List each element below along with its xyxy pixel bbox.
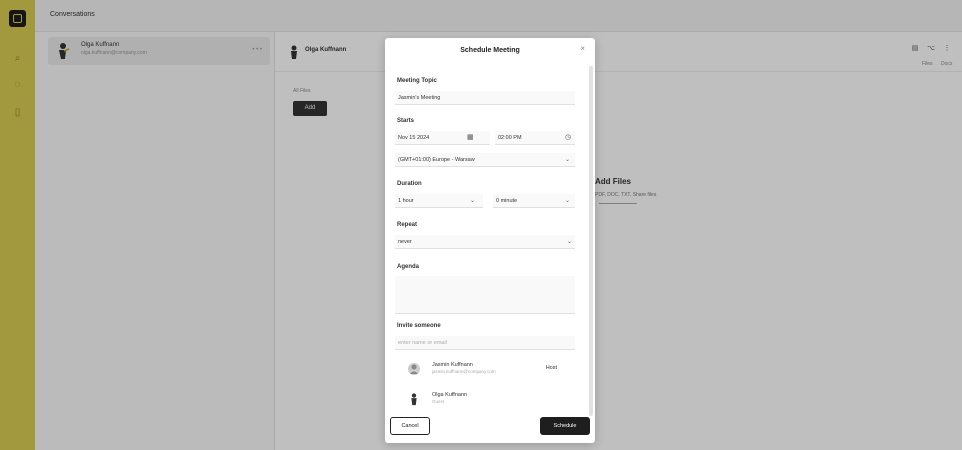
close-icon[interactable]: ×	[580, 44, 585, 53]
avatar	[408, 363, 420, 375]
duration-label: Duration	[397, 181, 422, 187]
schedule-meeting-dialog: Schedule Meeting × Meeting Topic Jasmin'…	[385, 38, 595, 443]
invitee-subtitle: Guest	[432, 399, 445, 404]
host-badge: Host	[545, 365, 557, 371]
schedule-button[interactable]: Schedule	[540, 417, 590, 435]
topic-input[interactable]: Jasmin's Meeting	[395, 91, 575, 105]
chevron-down-icon: ⌄	[565, 157, 571, 163]
dialog-title: Schedule Meeting	[460, 47, 520, 54]
repeat-label: Repeat	[397, 222, 418, 228]
duration-minutes-select[interactable]: 0 minute	[493, 194, 575, 208]
invite-label: Invite someone	[397, 323, 441, 329]
agenda-label: Agenda	[397, 264, 420, 270]
timezone-select[interactable]: (GMT+01:00) Europe - Warsaw	[395, 153, 575, 167]
topic-label: Meeting Topic	[397, 78, 437, 84]
cancel-button[interactable]: Cancel	[390, 417, 430, 435]
invitee-row: Olga Kuffnann Guest	[395, 388, 575, 412]
time-input[interactable]: 02:00 PM	[495, 131, 575, 145]
invite-input[interactable]: enter name or email	[395, 336, 575, 350]
repeat-select[interactable]: never	[395, 235, 575, 249]
clock-icon[interactable]: ◷	[565, 133, 571, 141]
invitee-name: Olga Kuffnann	[432, 392, 468, 398]
dialog-scrollbar[interactable]	[589, 66, 593, 416]
date-input[interactable]: Nov 15 2024	[395, 131, 490, 145]
agenda-textarea[interactable]	[395, 276, 575, 314]
invitee-name: Jasmin Kuffnann	[432, 362, 473, 368]
avatar	[411, 393, 417, 406]
chevron-down-icon: ⌄	[565, 198, 571, 204]
calendar-icon[interactable]: ▦	[467, 133, 474, 141]
chevron-down-icon: ⌄	[567, 239, 573, 245]
chevron-down-icon: ⌄	[470, 198, 476, 204]
invitee-row: Jasmin Kuffnann jasmin.kuffnann@company.…	[395, 358, 575, 382]
invitee-email: jasmin.kuffnann@company.com	[432, 369, 496, 374]
starts-label: Starts	[397, 118, 415, 124]
